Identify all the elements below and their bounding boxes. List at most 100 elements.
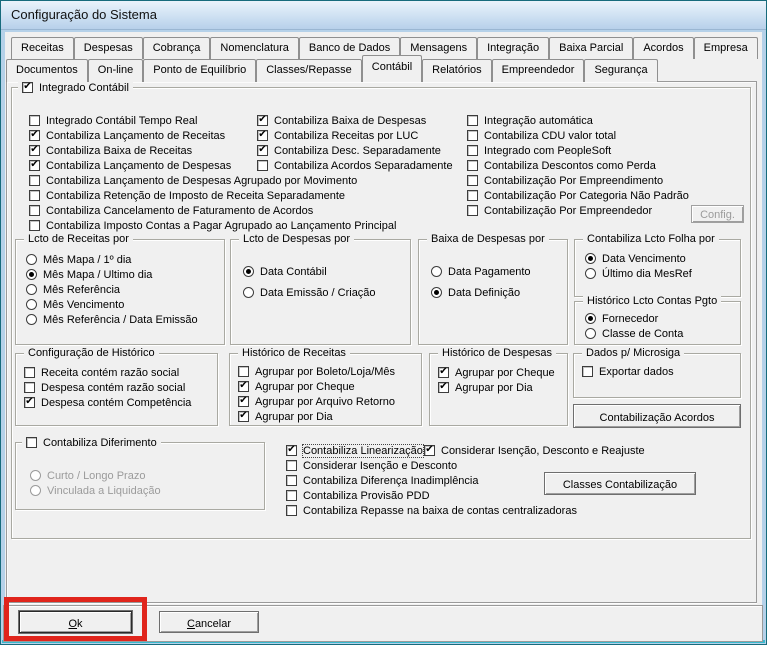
checkbox-despesa-contem-competencia[interactable]: Despesa contém Competência <box>24 395 191 410</box>
checkbox-despesa-contem-razao-social[interactable]: Despesa contém razão social <box>24 380 191 395</box>
group-historico-receitas: Histórico de Receitas Agrupar por Boleto… <box>229 347 422 426</box>
checkbox-receita-contem-razao-social[interactable]: Receita contém razão social <box>24 365 191 380</box>
radio-data-vencimento[interactable]: Data Vencimento <box>585 251 692 266</box>
checkbox-contabiliza-repasse-na-baixa-de-contas-centralizadoras[interactable]: Contabiliza Repasse na baixa de contas c… <box>286 503 577 518</box>
group-historico-despesas: Histórico de Despesas Agrupar por Cheque… <box>429 347 568 426</box>
checkbox-icon <box>286 490 297 501</box>
checkbox-contabiliza-retencao-de-imposto-de-receita-separadamente[interactable]: Contabiliza Retenção de Imposto de Recei… <box>29 188 396 203</box>
radio-icon <box>26 314 37 325</box>
ok-button[interactable]: Ok <box>19 611 132 633</box>
checkbox-agrupar-por-arquivo-retorno[interactable]: Agrupar por Arquivo Retorno <box>238 394 395 409</box>
tab-relatorios[interactable]: Relatórios <box>422 59 492 82</box>
tab-on-line[interactable]: On-line <box>87 59 144 82</box>
tab-seguranca[interactable]: Segurança <box>584 59 658 82</box>
radio-mes-referencia-data-emissao[interactable]: Mês Referência / Data Emissão <box>26 312 198 327</box>
option-label: Agrupar por Boleto/Loja/Mês <box>255 365 396 378</box>
option-label: Considerar Isenção e Desconto <box>303 459 458 472</box>
checkbox-contabilizacao-por-categoria-nao-padrao[interactable]: Contabilização Por Categoria Não Padrão <box>467 188 689 203</box>
checkbox-agrupar-por-dia[interactable]: Agrupar por Dia <box>238 409 395 424</box>
radio-curto-longo-prazo: Curto / Longo Prazo <box>30 468 161 483</box>
tab-baixa-parcial[interactable]: Baixa Parcial <box>549 37 634 59</box>
checkbox-considerar-isencao-desconto-e-reajuste[interactable]: Considerar Isenção, Desconto e Reajuste <box>424 443 645 458</box>
tab-acordos[interactable]: Acordos <box>633 37 694 59</box>
radio-icon <box>585 268 596 279</box>
option-label: Considerar Isenção, Desconto e Reajuste <box>441 444 645 457</box>
checkbox-icon <box>438 382 449 393</box>
checkbox-icon <box>257 160 268 171</box>
radio-ultimo-dia-mesref[interactable]: Último dia MesRef <box>585 266 692 281</box>
checkbox-contabiliza-desc-separadamente[interactable]: Contabiliza Desc. Separadamente <box>257 143 453 158</box>
checkbox-contabiliza-diferenca-inadimplencia[interactable]: Contabiliza Diferença Inadimplência <box>286 473 577 488</box>
group-folha-title: Contabiliza Lcto Folha por <box>583 233 719 246</box>
checkbox-contabiliza-baixa-de-despesas[interactable]: Contabiliza Baixa de Despesas <box>257 113 453 128</box>
hist-receitas-options: Agrupar por Boleto/Loja/Mês Agrupar por C… <box>238 364 395 424</box>
checkbox-contabilizacao-por-empreendimento[interactable]: Contabilização Por Empreendimento <box>467 173 689 188</box>
checkbox-contabiliza-acordos-separadamente[interactable]: Contabiliza Acordos Separadamente <box>257 158 453 173</box>
option-label: Integrado com PeopleSoft <box>484 144 612 157</box>
option-label: Contabilização Por Empreendedor <box>484 204 653 217</box>
tab-empreendedor[interactable]: Empreendedor <box>491 59 585 82</box>
option-label: Contabiliza Descontos como Perda <box>484 159 656 172</box>
checkbox-agrupar-por-cheque[interactable]: Agrupar por Cheque <box>238 379 395 394</box>
checkbox-contabiliza-cdu-valor-total[interactable]: Contabiliza CDU valor total <box>467 128 689 143</box>
checkbox-integrado-contabil[interactable]: Integrado Contábil <box>22 80 129 95</box>
checkbox-contabiliza-lancamento-de-despesas-agrupado-por-movimento[interactable]: Contabiliza Lançamento de Despesas Agrup… <box>29 173 396 188</box>
option-label: Contabiliza Lançamento de Despesas <box>46 159 232 172</box>
tab-empresa[interactable]: Empresa <box>693 37 758 59</box>
checkbox-contabiliza-diferimento[interactable]: Contabiliza Diferimento <box>26 435 157 450</box>
checkbox-contabiliza-descontos-como-perda[interactable]: Contabiliza Descontos como Perda <box>467 158 689 173</box>
option-label: Receita contém razão social <box>41 366 180 379</box>
group-configuracao-historico: Configuração de Histórico Receita contém… <box>15 347 218 426</box>
tab-nomenclatura[interactable]: Nomenclatura <box>210 37 299 59</box>
radio-data-pagamento[interactable]: Data Pagamento <box>431 264 531 279</box>
radio-classe-de-conta[interactable]: Classe de Conta <box>585 326 683 341</box>
checkbox-contabilizacao-por-empreendedor[interactable]: Contabilização Por Empreendedor <box>467 203 689 218</box>
tab-documentos[interactable]: Documentos <box>6 59 88 82</box>
cancel-button[interactable]: Cancelar <box>159 611 259 633</box>
checkbox-agrupar-por-boleto-loja-mes[interactable]: Agrupar por Boleto/Loja/Mês <box>238 364 395 379</box>
checkbox-icon <box>467 115 478 126</box>
tab-receitas[interactable]: Receitas <box>11 37 74 59</box>
tab-cobranca[interactable]: Cobrança <box>142 37 211 59</box>
checkbox-contabiliza-cancelamento-de-faturamento-de-acordos[interactable]: Contabiliza Cancelamento de Faturamento … <box>29 203 396 218</box>
group-lcto-receitas: Lcto de Receitas por Mês Mapa / 1º dia Mê… <box>15 233 225 345</box>
tab-despesas[interactable]: Despesas <box>73 37 143 59</box>
checkbox-integracao-automatica[interactable]: Integração automática <box>467 113 689 128</box>
titlebar[interactable]: Configuração do Sistema <box>1 1 766 30</box>
option-label: Contabilização Por Empreendimento <box>484 174 664 187</box>
checkbox-contabiliza-imposto-contas-a-pagar-agrupado-ao-lancamento-principal[interactable]: Contabiliza Imposto Contas a Pagar Agrup… <box>29 218 396 233</box>
checkbox-agrupar-por-cheque[interactable]: Agrupar por Cheque <box>438 365 555 380</box>
tab-classes-repasse[interactable]: Classes/Repasse <box>256 59 362 82</box>
classes-contabilizacao-button[interactable]: Classes Contabilização <box>544 472 696 495</box>
radio-fornecedor[interactable]: Fornecedor <box>585 311 683 326</box>
checkbox-integrado-com-peoplesoft[interactable]: Integrado com PeopleSoft <box>467 143 689 158</box>
checkbox-icon <box>24 397 35 408</box>
radio-mes-mapa-ultimo-dia[interactable]: Mês Mapa / Ultimo dia <box>26 267 198 282</box>
group-contabiliza-diferimento: Contabiliza Diferimento Curto / Longo Pr… <box>15 435 265 510</box>
tab-ponto-de-equilibrio[interactable]: Ponto de Equilíbrio <box>143 59 257 82</box>
diferimento-options: Curto / Longo Prazo Vinculada a Liquidaçã… <box>30 468 161 498</box>
checkbox-considerar-isencao-e-desconto[interactable]: Considerar Isenção e Desconto <box>286 458 577 473</box>
radio-data-contabil[interactable]: Data Contábil <box>243 264 376 279</box>
checkbox-icon <box>29 130 40 141</box>
group-lcto-receitas-title: Lcto de Receitas por <box>24 233 133 246</box>
option-label: Data Contábil <box>260 265 327 278</box>
option-label: Mês Mapa / Ultimo dia <box>43 268 153 281</box>
tab-integracao[interactable]: Integração <box>477 37 550 59</box>
checkbox-exportar-dados[interactable]: Exportar dados <box>582 364 674 379</box>
tab-contabil[interactable]: Contábil <box>361 55 423 82</box>
group-dados-microsiga: Dados p/ Microsiga Exportar dados <box>573 347 741 398</box>
radio-mes-mapa-1-dia[interactable]: Mês Mapa / 1º dia <box>26 252 198 267</box>
checkbox-contabiliza-provisao-pdd[interactable]: Contabiliza Provisão PDD <box>286 488 577 503</box>
checkbox-agrupar-por-dia[interactable]: Agrupar por Dia <box>438 380 555 395</box>
option-label: Contabiliza Linearização <box>302 443 424 458</box>
contabilizacao-acordos-button[interactable]: Contabilização Acordos <box>573 404 741 428</box>
option-label: Despesa contém Competência <box>41 396 192 409</box>
radio-mes-referencia[interactable]: Mês Referência <box>26 282 198 297</box>
radio-data-definicao[interactable]: Data Definição <box>431 285 531 300</box>
radio-mes-vencimento[interactable]: Mês Vencimento <box>26 297 198 312</box>
radio-data-emissao-criacao[interactable]: Data Emissão / Criação <box>243 285 376 300</box>
radio-icon <box>431 266 442 277</box>
checkbox-contabiliza-receitas-por-luc[interactable]: Contabiliza Receitas por LUC <box>257 128 453 143</box>
checkbox-icon <box>238 411 249 422</box>
